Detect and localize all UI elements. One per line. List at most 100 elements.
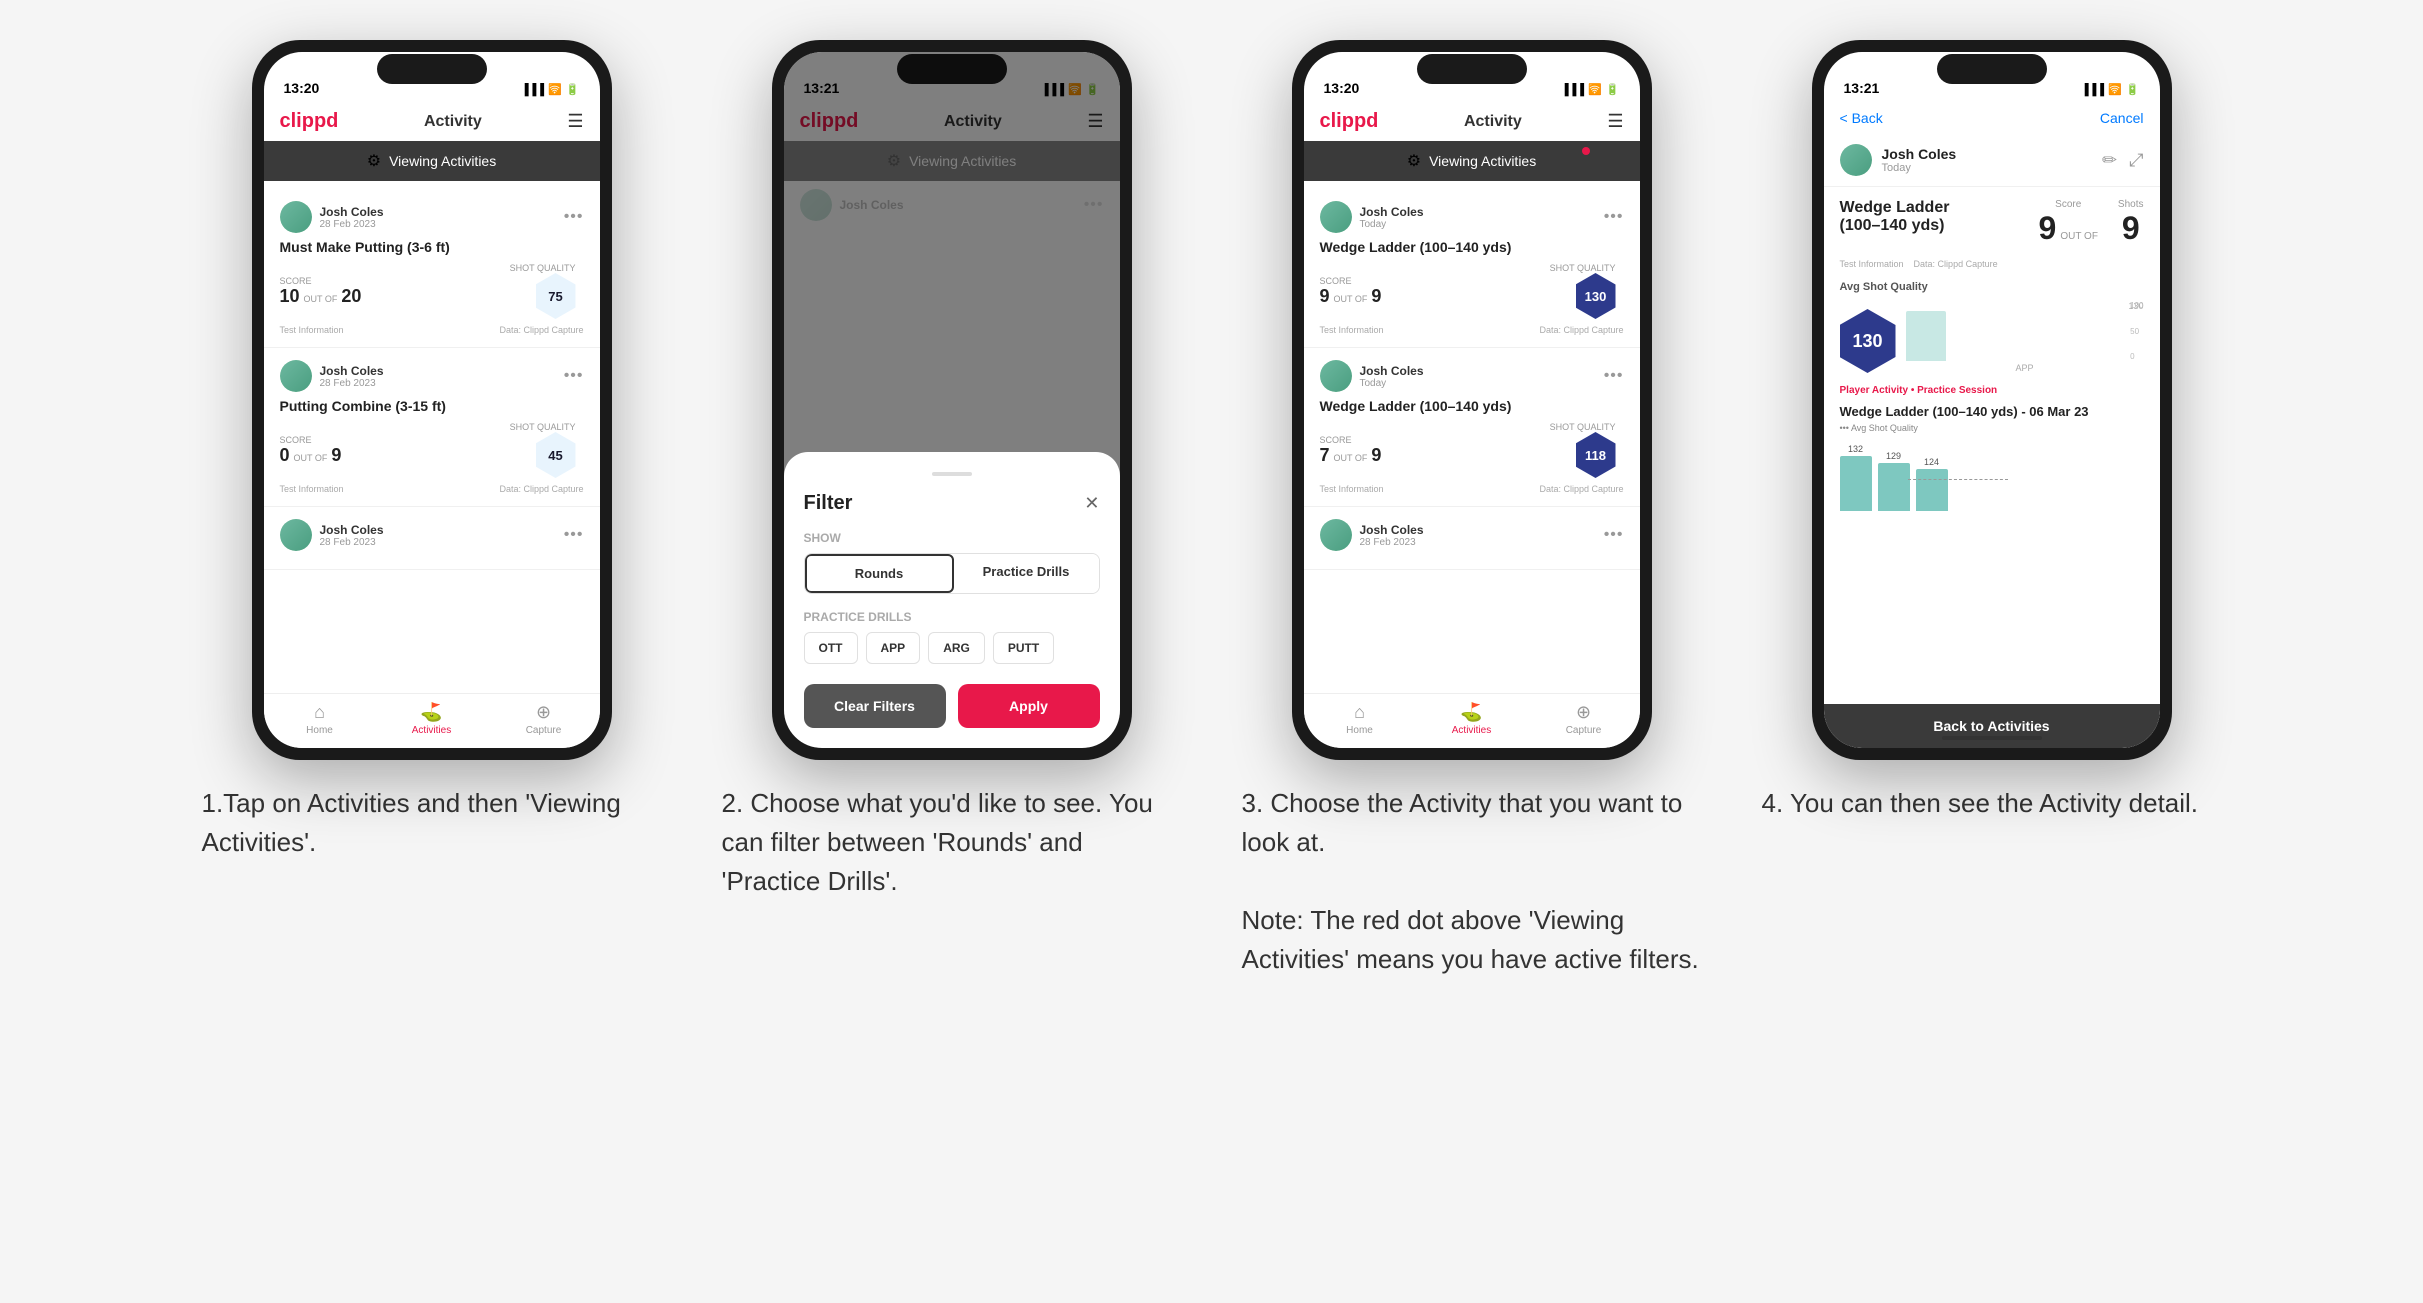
- nav-home-1[interactable]: ⌂ Home: [264, 702, 376, 736]
- nav-activities-1[interactable]: ⛳ Activities: [376, 702, 488, 736]
- expand-icon[interactable]: ⤢: [2129, 150, 2143, 171]
- avatar-3-2: [1320, 360, 1352, 392]
- outof-3-1: OUT OF: [1334, 294, 1368, 304]
- activity-item-1-2[interactable]: Josh Coles 28 Feb 2023 ••• Putting Combi…: [264, 348, 600, 507]
- signal-icon-4: ▐▐▐: [2081, 84, 2104, 96]
- data-source-3-2: Data: Clippd Capture: [1539, 484, 1623, 494]
- user-info-1-3: Josh Coles 28 Feb 2023: [280, 519, 384, 551]
- phone-notch-4: [1937, 54, 2047, 84]
- nav-capture-3[interactable]: ⊕ Capture: [1528, 702, 1640, 736]
- user-name-1-3: Josh Coles: [320, 523, 384, 537]
- viewing-bar-text-1: Viewing Activities: [389, 153, 496, 169]
- back-to-activities-btn[interactable]: Back to Activities: [1824, 704, 2160, 748]
- activity-item-3-2[interactable]: Josh Coles Today ••• Wedge Ladder (100–1…: [1304, 348, 1640, 507]
- practice-drills-btn[interactable]: Practice Drills: [954, 554, 1099, 593]
- phone-screen-3: 13:20 ▐▐▐ 🛜 🔋 clippd Activity ☰ ⚙ Vi: [1304, 52, 1640, 748]
- detail-score-block: Score 9 OUT OF: [2039, 199, 2098, 247]
- score-val-3-1: 9: [1320, 286, 1330, 307]
- dots-menu-1-1[interactable]: •••: [564, 208, 584, 226]
- detail-avatar: [1840, 144, 1872, 176]
- back-btn[interactable]: < Back: [1840, 110, 1883, 126]
- detail-title-row: Wedge Ladder (100–140 yds) Score 9 OUT O…: [1840, 199, 2144, 247]
- filter-toggle-row: Rounds Practice Drills: [804, 553, 1100, 594]
- activity-title-3-2: Wedge Ladder (100–140 yds): [1320, 398, 1624, 414]
- user-name-3-3: Josh Coles: [1360, 523, 1424, 537]
- logo-3: clippd: [1320, 110, 1379, 133]
- activity-item-1-3[interactable]: Josh Coles 28 Feb 2023 •••: [264, 507, 600, 570]
- quality-hex-3-2: 118: [1576, 432, 1616, 478]
- activity-title-1-2: Putting Combine (3-15 ft): [280, 398, 584, 414]
- battery-icon-3: 🔋: [1606, 83, 1620, 96]
- score-label-1-1: Score: [280, 276, 362, 286]
- dots-menu-3-3[interactable]: •••: [1604, 526, 1624, 544]
- user-info-3-3: Josh Coles 28 Feb 2023: [1320, 519, 1424, 551]
- caption-4: 4. You can then see the Activity detail.: [1752, 784, 2232, 823]
- phone-screen-1: 13:20 ▐▐▐ 🛜 🔋 clippd Activity ☰ ⚙ Vi: [264, 52, 600, 748]
- capture-icon-3: ⊕: [1576, 702, 1591, 723]
- phone-screen-2: 13:21 ▐▐▐ 🛜 🔋 clippd Activity ☰ ⚙ Vi: [784, 52, 1120, 748]
- drill-app[interactable]: APP: [866, 632, 921, 664]
- close-icon[interactable]: ✕: [1084, 493, 1099, 514]
- user-name-1-1: Josh Coles: [320, 205, 384, 219]
- status-time-4: 13:21: [1844, 80, 1880, 96]
- hamburger-icon-1[interactable]: ☰: [567, 111, 583, 132]
- nav-home-label-1: Home: [306, 725, 333, 736]
- caption-3: 3. Choose the Activity that you want to …: [1232, 784, 1712, 979]
- test-info-3-1: Test Information: [1320, 325, 1384, 335]
- detail-actions: ✏ ⤢: [2102, 150, 2144, 171]
- avg-quality-section: Avg Shot Quality 130 130 APP: [1840, 281, 2144, 373]
- user-date-3-1: Today: [1360, 219, 1424, 230]
- activity-item-3-3[interactable]: Josh Coles 28 Feb 2023 •••: [1304, 507, 1640, 570]
- red-dot-3: [1582, 147, 1590, 155]
- avatar-1-2: [280, 360, 312, 392]
- wedge-section-title: Wedge Ladder (100–140 yds) - 06 Mar 23: [1840, 404, 2144, 419]
- phone-notch-3: [1417, 54, 1527, 84]
- viewing-bar-1[interactable]: ⚙ Viewing Activities: [264, 141, 600, 181]
- viewing-bar-3[interactable]: ⚙ Viewing Activities: [1304, 141, 1640, 181]
- logo-1: clippd: [280, 110, 339, 133]
- apply-btn[interactable]: Apply: [958, 684, 1100, 728]
- dots-menu-1-3[interactable]: •••: [564, 526, 584, 544]
- drill-arg[interactable]: ARG: [928, 632, 985, 664]
- clear-filters-btn[interactable]: Clear Filters: [804, 684, 946, 728]
- activity-item-3-1[interactable]: Josh Coles Today ••• Wedge Ladder (100–1…: [1304, 189, 1640, 348]
- activities-icon-3: ⛳: [1460, 702, 1482, 723]
- detail-title: Wedge Ladder (100–140 yds): [1840, 199, 1980, 235]
- edit-icon[interactable]: ✏: [2102, 150, 2117, 171]
- activity-item-1-1[interactable]: Josh Coles 28 Feb 2023 ••• Must Make Put…: [264, 189, 600, 348]
- drill-putt[interactable]: PUTT: [993, 632, 1054, 664]
- shots-val-3-1: 9: [1371, 286, 1381, 307]
- shots-val-1-2: 9: [331, 445, 341, 466]
- filter-actions: Clear Filters Apply: [804, 684, 1100, 728]
- filter-icon-3: ⚙: [1407, 151, 1421, 171]
- phone-frame-3: 13:20 ▐▐▐ 🛜 🔋 clippd Activity ☰ ⚙ Vi: [1292, 40, 1652, 760]
- nav-activities-3[interactable]: ⛳ Activities: [1416, 702, 1528, 736]
- quality-label-3-1: Shot Quality: [1550, 263, 1616, 273]
- phone-notch-1: [377, 54, 487, 84]
- wifi-icon-3: 🛜: [1588, 83, 1602, 96]
- avg-quality-label: Avg Shot Quality: [1840, 281, 2144, 293]
- dots-menu-3-2[interactable]: •••: [1604, 367, 1624, 385]
- dots-menu-3-1[interactable]: •••: [1604, 208, 1624, 226]
- caption-1: 1.Tap on Activities and then 'Viewing Ac…: [192, 784, 672, 862]
- rounds-btn[interactable]: Rounds: [805, 554, 954, 593]
- wifi-icon: 🛜: [548, 83, 562, 96]
- step-4-col: 13:21 ▐▐▐ 🛜 🔋 < Back Cancel: [1752, 40, 2232, 823]
- detail-test-info: Test Information Data: Clippd Capture: [1840, 259, 2144, 269]
- header-title-1: Activity: [424, 113, 482, 131]
- quality-label-1-2: Shot Quality: [510, 422, 576, 432]
- outof-1-2: OUT OF: [294, 453, 328, 463]
- user-name-1-2: Josh Coles: [320, 364, 384, 378]
- dots-menu-1-2[interactable]: •••: [564, 367, 584, 385]
- nav-home-3[interactable]: ⌂ Home: [1304, 702, 1416, 736]
- nav-capture-1[interactable]: ⊕ Capture: [488, 702, 600, 736]
- shots-val-1-1: 20: [341, 286, 361, 307]
- wedge-chart: 132 129 124: [1840, 441, 2144, 521]
- detail-test-info-label: Test Information: [1840, 259, 1904, 269]
- filter-modal-overlay: Filter ✕ Show Rounds Practice Drills Pra…: [784, 52, 1120, 748]
- activity-title-1-1: Must Make Putting (3-6 ft): [280, 239, 584, 255]
- chart-x-label: APP: [1906, 363, 2144, 373]
- hamburger-icon-3[interactable]: ☰: [1607, 111, 1623, 132]
- drill-ott[interactable]: OTT: [804, 632, 858, 664]
- cancel-btn[interactable]: Cancel: [2100, 110, 2144, 126]
